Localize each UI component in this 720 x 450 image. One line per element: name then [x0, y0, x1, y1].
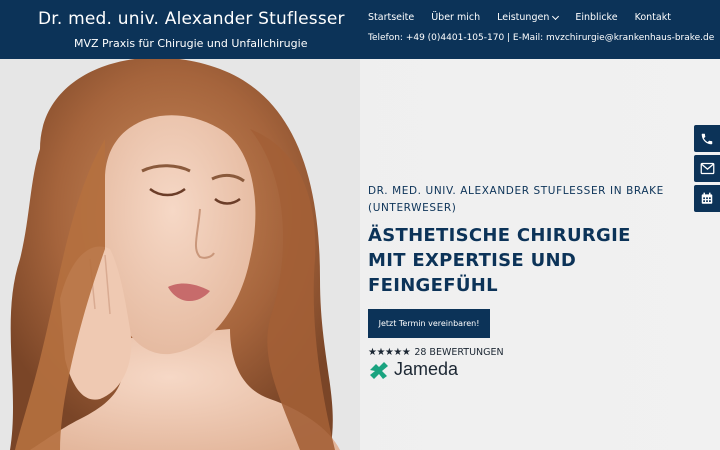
calendar-side-button[interactable] — [694, 185, 720, 212]
phone-side-button[interactable] — [694, 125, 720, 152]
rating-count: 28 BEWERTUNGEN — [414, 347, 504, 358]
brand-subtitle: MVZ Praxis für Chirugie und Unfallchirug… — [74, 37, 308, 50]
hero-portrait-image — [0, 59, 360, 450]
phone-icon — [701, 133, 713, 144]
book-appointment-button[interactable]: Jetzt Termin vereinbaren! — [368, 309, 490, 338]
mail-icon — [700, 162, 714, 175]
nav-leistungen-label: Leistungen — [497, 12, 550, 23]
contact-line[interactable]: Telefon: +49 (0)4401-105-170 | E-Mail: m… — [368, 33, 714, 43]
nav-einblicke[interactable]: Einblicke — [575, 12, 617, 23]
calendar-icon — [701, 192, 713, 204]
jameda-logo-icon — [370, 361, 388, 379]
nav-leistungen[interactable]: Leistungen — [497, 12, 560, 23]
hero-section: Dr. med. univ. Alexander Stuflesser in B… — [0, 59, 720, 450]
hero-pretitle: Dr. med. univ. Alexander Stuflesser in B… — [368, 185, 664, 214]
nav-kontakt[interactable]: Kontakt — [635, 12, 671, 23]
chevron-down-icon — [552, 12, 560, 20]
brand-name[interactable]: Dr. med. univ. Alexander Stuflesser — [38, 9, 345, 29]
jameda-label: Jameda — [394, 359, 459, 379]
jameda-badge[interactable]: Jameda — [368, 359, 458, 380]
site-header: Dr. med. univ. Alexander Stuflesser MVZ … — [0, 0, 720, 59]
rating-stars: ★★★★★ — [368, 347, 411, 358]
mail-side-button[interactable] — [694, 155, 720, 182]
nav-startseite[interactable]: Startseite — [368, 12, 414, 23]
rating-row[interactable]: ★★★★★ 28 BEWERTUNGEN — [368, 347, 504, 358]
main-nav: Startseite Über mich Leistungen Einblick… — [368, 12, 688, 23]
nav-ueber-mich[interactable]: Über mich — [431, 12, 480, 23]
hero-title: ÄSTHETISCHE CHIRURGIE MIT EXPERTISE UND … — [368, 225, 631, 296]
